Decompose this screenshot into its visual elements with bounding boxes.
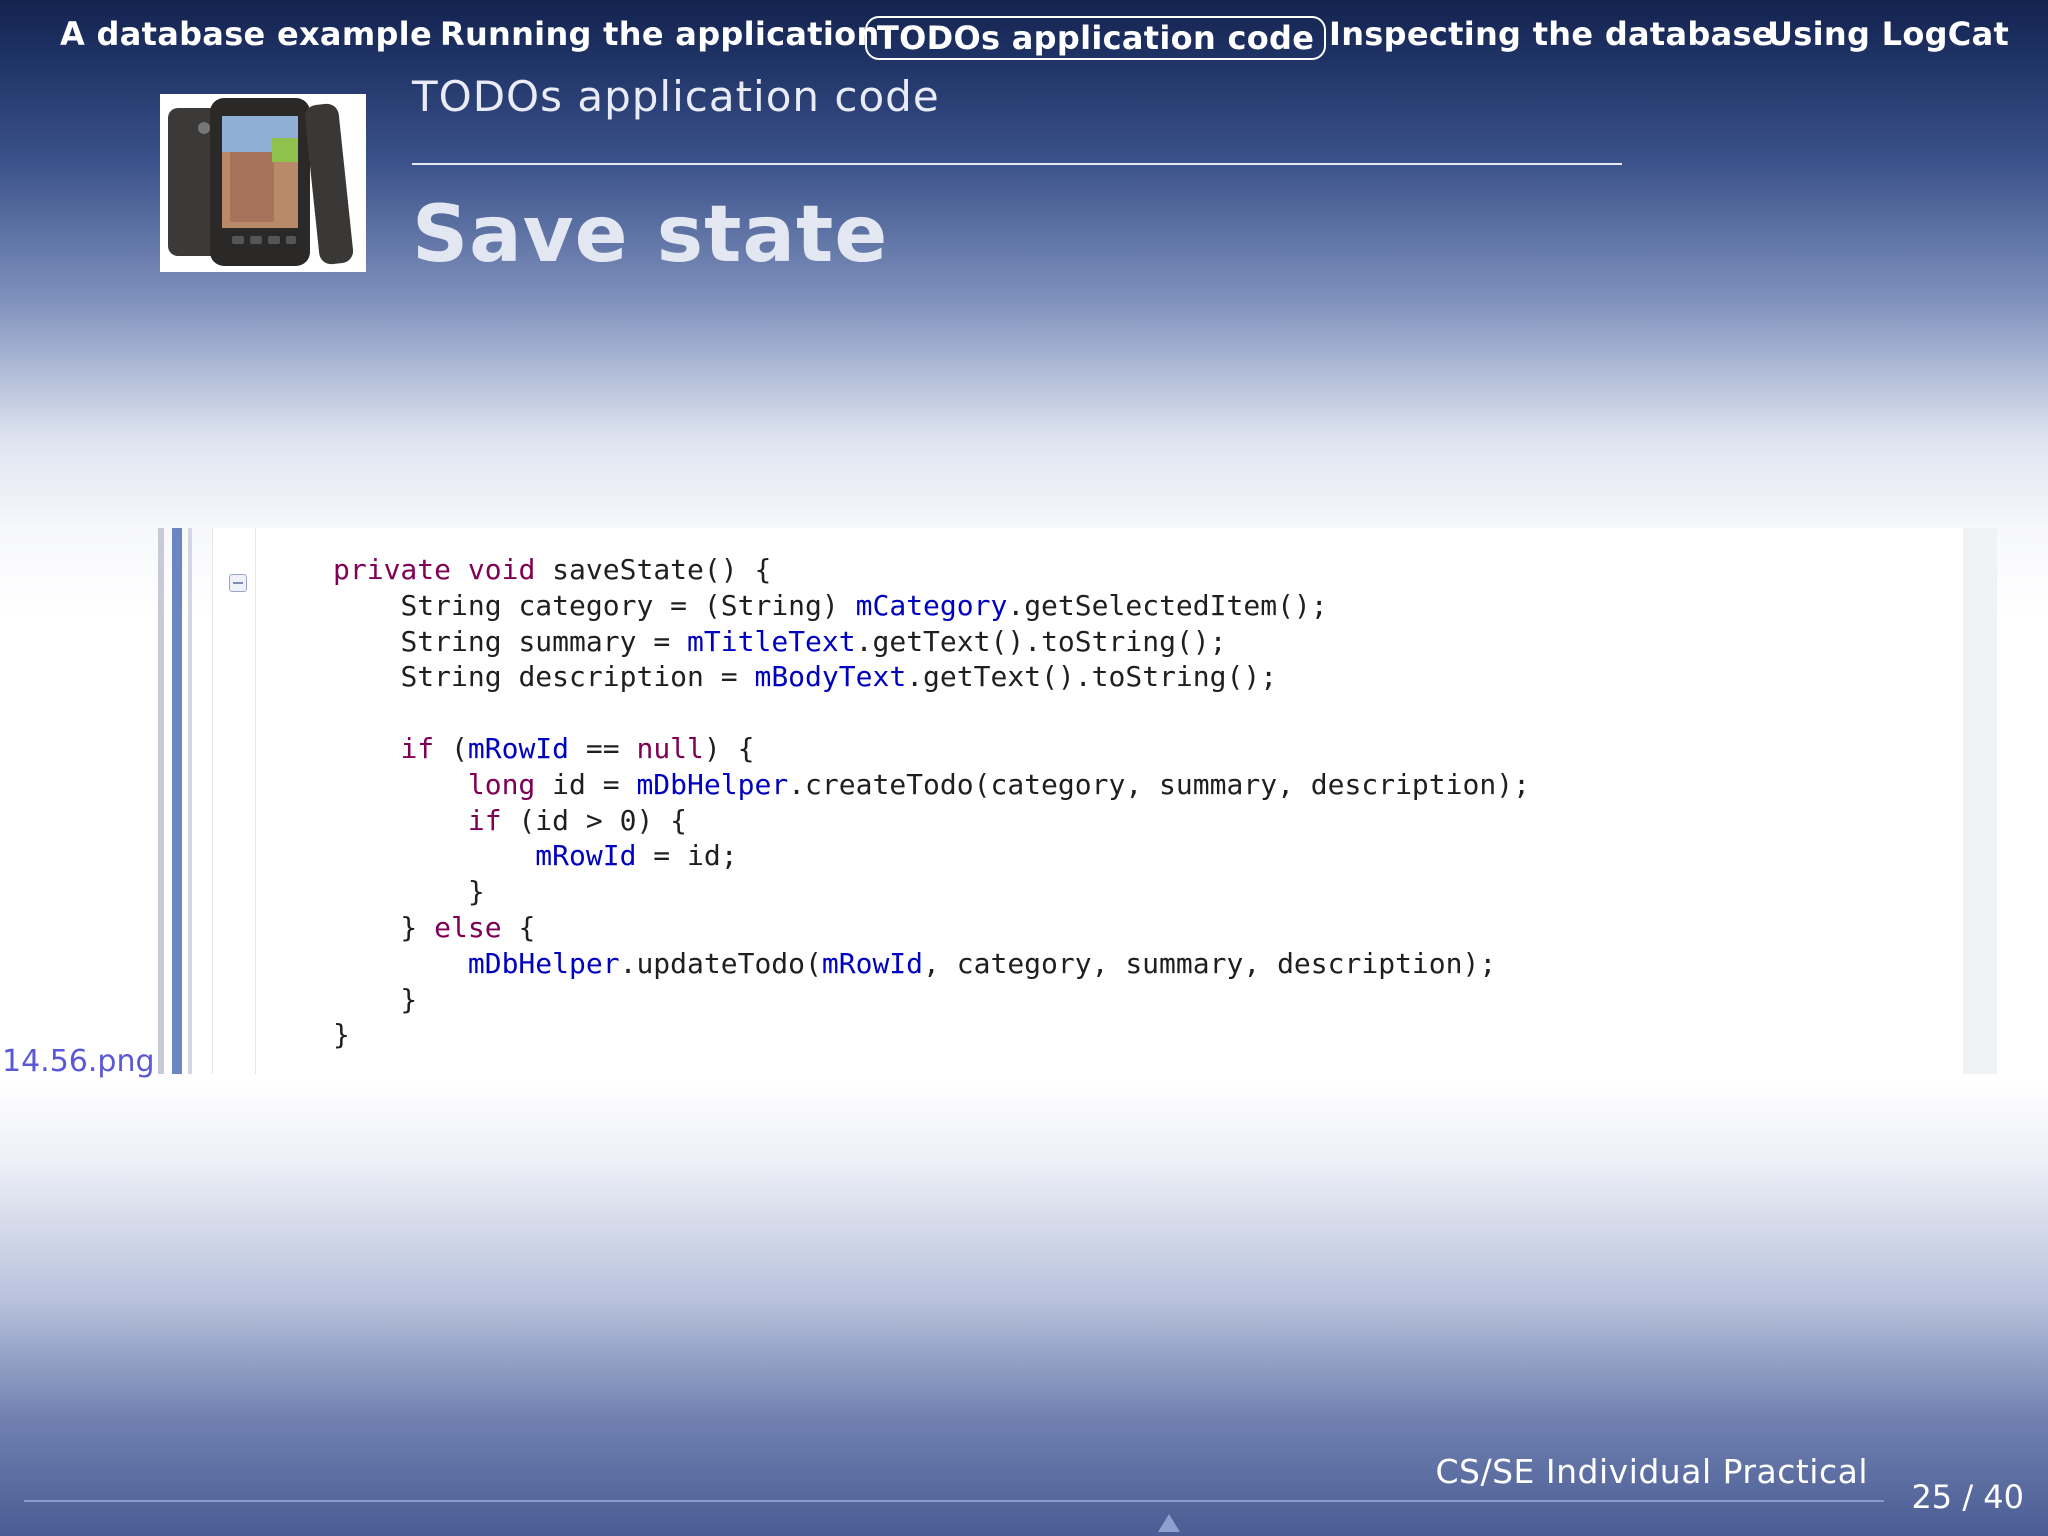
editor-gutter-highlight <box>172 528 182 1074</box>
nav-item-database-example[interactable]: A database example <box>60 12 432 56</box>
code-line: private void saveState() { <box>333 553 772 586</box>
code-line: if (id > 0) { <box>467 803 688 837</box>
code-line: } <box>333 1018 350 1052</box>
code-line: mRowId = id; <box>535 839 738 873</box>
htc-phone-image <box>160 94 366 272</box>
editor-gutter-line <box>158 528 164 1074</box>
nav-item-todos-code[interactable]: TODOs application code <box>865 16 1327 60</box>
nav-item-inspecting-database[interactable]: Inspecting the database <box>1329 12 1774 56</box>
editor-scrollbar <box>1963 528 1997 1074</box>
image-caption: 14.56.png <box>2 1044 155 1079</box>
fold-gutter <box>213 528 256 1074</box>
code-line: } <box>333 982 418 1016</box>
footer-divider <box>24 1500 1884 1502</box>
nav-item-using-logcat[interactable]: Using LogCat <box>1767 12 2009 56</box>
code-block: private void saveState() { String catego… <box>333 552 1530 1053</box>
navigation-triangle-icon[interactable] <box>1158 1514 1180 1532</box>
code-line: if (mRowId == null) { <box>400 731 755 765</box>
editor-gutter-line <box>188 528 192 1074</box>
code-line: } <box>333 875 485 909</box>
footer-title: CS/SE Individual Practical <box>1435 1452 1868 1491</box>
code-line: mDbHelper.updateTodo(mRowId, category, s… <box>467 946 1497 980</box>
section-navigation: A database example Running the applicati… <box>0 0 2048 76</box>
code-line: long id = mDbHelper.createTodo(category,… <box>467 767 1530 801</box>
code-line: String description = mBodyText.getText()… <box>400 660 1278 694</box>
nav-item-running-application[interactable]: Running the application <box>440 12 880 56</box>
code-screenshot: private void saveState() { String catego… <box>158 528 2032 1074</box>
code-editor: private void saveState() { String catego… <box>212 528 1997 1074</box>
code-line: String category = (String) mCategory.get… <box>400 588 1328 622</box>
page-number: 25 / 40 <box>1911 1478 2024 1516</box>
phone-icon <box>160 94 366 272</box>
code-line: String summary = mTitleText.getText().to… <box>400 624 1227 658</box>
collapse-icon <box>229 574 247 592</box>
title-divider <box>412 163 1622 165</box>
section-title: TODOs application code <box>412 72 940 121</box>
code-line: } else { <box>333 910 536 944</box>
frame-title: Save state <box>412 190 889 280</box>
